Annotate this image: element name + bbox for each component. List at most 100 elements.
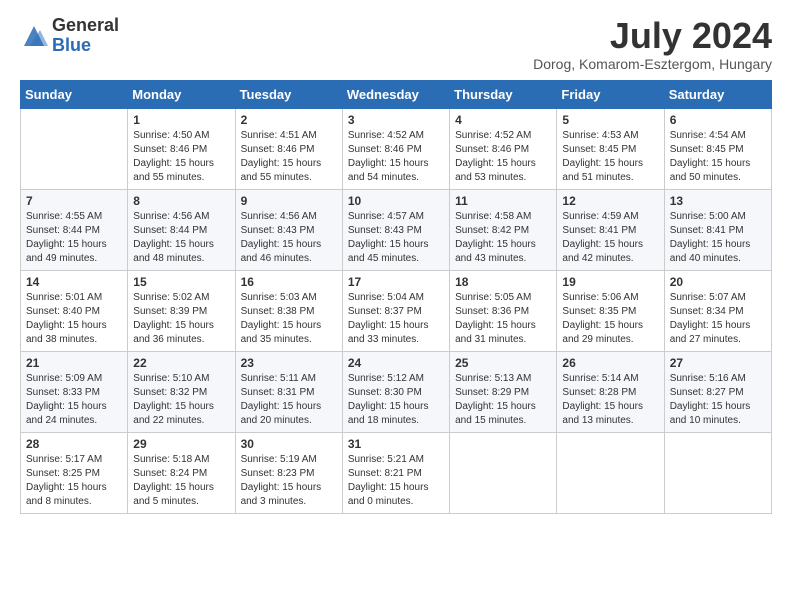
day-number: 19 [562, 275, 658, 289]
weekday-header-saturday: Saturday [664, 80, 771, 108]
logo: General Blue [20, 16, 119, 56]
calendar-cell: 5 Sunrise: 4:53 AM Sunset: 8:45 PM Daylig… [557, 108, 664, 189]
day-number: 10 [348, 194, 444, 208]
calendar-week-row: 21 Sunrise: 5:09 AM Sunset: 8:33 PM Dayli… [21, 351, 772, 432]
day-number: 3 [348, 113, 444, 127]
day-info: Sunrise: 4:56 AM Sunset: 8:43 PM Dayligh… [241, 210, 337, 266]
day-info: Sunrise: 4:52 AM Sunset: 8:46 PM Dayligh… [348, 129, 444, 185]
day-number: 20 [670, 275, 766, 289]
weekday-header-wednesday: Wednesday [342, 80, 449, 108]
day-number: 31 [348, 437, 444, 451]
calendar-cell: 4 Sunrise: 4:52 AM Sunset: 8:46 PM Daylig… [450, 108, 557, 189]
month-year-title: July 2024 [533, 16, 772, 56]
calendar-table: SundayMondayTuesdayWednesdayThursdayFrid… [20, 80, 772, 514]
day-number: 12 [562, 194, 658, 208]
calendar-cell: 24 Sunrise: 5:12 AM Sunset: 8:30 PM Dayli… [342, 351, 449, 432]
calendar-cell: 13 Sunrise: 5:00 AM Sunset: 8:41 PM Dayli… [664, 189, 771, 270]
weekday-header-friday: Friday [557, 80, 664, 108]
calendar-cell: 19Sunrise: 5:06 AM Sunset: 8:35 PM Dayli… [557, 270, 664, 351]
day-info: Sunrise: 5:09 AM Sunset: 8:33 PM Dayligh… [26, 372, 122, 428]
day-info: Sunrise: 4:51 AM Sunset: 8:46 PM Dayligh… [241, 129, 337, 185]
page-header: General Blue July 2024 Dorog, Komarom-Es… [20, 16, 772, 72]
calendar-cell: 27 Sunrise: 5:16 AM Sunset: 8:27 PM Dayli… [664, 351, 771, 432]
calendar-cell: 21 Sunrise: 5:09 AM Sunset: 8:33 PM Dayli… [21, 351, 128, 432]
day-number: 23 [241, 356, 337, 370]
calendar-cell: 31 Sunrise: 5:21 AM Sunset: 8:21 PM Dayli… [342, 432, 449, 513]
day-info: Sunrise: 5:00 AM Sunset: 8:41 PM Dayligh… [670, 210, 766, 266]
day-info: Sunrise: 5:02 AM Sunset: 8:39 PM Dayligh… [133, 291, 229, 347]
day-number: 13 [670, 194, 766, 208]
day-number: 28 [26, 437, 122, 451]
day-info: Sunrise: 4:54 AM Sunset: 8:45 PM Dayligh… [670, 129, 766, 185]
day-info: Sunrise: 5:05 AM Sunset: 8:36 PM Dayligh… [455, 291, 551, 347]
calendar-cell: 17 Sunrise: 5:04 AM Sunset: 8:37 PM Dayli… [342, 270, 449, 351]
day-info: Sunrise: 5:10 AM Sunset: 8:32 PM Dayligh… [133, 372, 229, 428]
logo-text: General Blue [52, 16, 119, 56]
logo-icon [20, 22, 48, 50]
day-number: 2 [241, 113, 337, 127]
calendar-week-row: 14 Sunrise: 5:01 AM Sunset: 8:40 PM Dayli… [21, 270, 772, 351]
day-number: 15 [133, 275, 229, 289]
day-number: 30 [241, 437, 337, 451]
calendar-cell: 28Sunrise: 5:17 AM Sunset: 8:25 PM Dayli… [21, 432, 128, 513]
day-number: 18 [455, 275, 551, 289]
calendar-cell: 20Sunrise: 5:07 AM Sunset: 8:34 PM Dayli… [664, 270, 771, 351]
day-info: Sunrise: 5:14 AM Sunset: 8:28 PM Dayligh… [562, 372, 658, 428]
day-number: 25 [455, 356, 551, 370]
day-number: 8 [133, 194, 229, 208]
calendar-week-row: 7 Sunrise: 4:55 AM Sunset: 8:44 PM Daylig… [21, 189, 772, 270]
day-number: 21 [26, 356, 122, 370]
calendar-cell: 6Sunrise: 4:54 AM Sunset: 8:45 PM Daylig… [664, 108, 771, 189]
day-number: 16 [241, 275, 337, 289]
calendar-cell: 10 Sunrise: 4:57 AM Sunset: 8:43 PM Dayli… [342, 189, 449, 270]
calendar-cell: 12Sunrise: 4:59 AM Sunset: 8:41 PM Dayli… [557, 189, 664, 270]
calendar-cell: 2 Sunrise: 4:51 AM Sunset: 8:46 PM Daylig… [235, 108, 342, 189]
day-number: 27 [670, 356, 766, 370]
day-number: 14 [26, 275, 122, 289]
day-number: 7 [26, 194, 122, 208]
day-info: Sunrise: 5:04 AM Sunset: 8:37 PM Dayligh… [348, 291, 444, 347]
day-info: Sunrise: 5:01 AM Sunset: 8:40 PM Dayligh… [26, 291, 122, 347]
calendar-cell [557, 432, 664, 513]
calendar-cell: 25Sunrise: 5:13 AM Sunset: 8:29 PM Dayli… [450, 351, 557, 432]
title-block: July 2024 Dorog, Komarom-Esztergom, Hung… [533, 16, 772, 72]
weekday-header-thursday: Thursday [450, 80, 557, 108]
calendar-cell: 14 Sunrise: 5:01 AM Sunset: 8:40 PM Dayli… [21, 270, 128, 351]
day-info: Sunrise: 4:57 AM Sunset: 8:43 PM Dayligh… [348, 210, 444, 266]
day-number: 29 [133, 437, 229, 451]
day-number: 17 [348, 275, 444, 289]
calendar-cell: 3 Sunrise: 4:52 AM Sunset: 8:46 PM Daylig… [342, 108, 449, 189]
day-info: Sunrise: 4:52 AM Sunset: 8:46 PM Dayligh… [455, 129, 551, 185]
day-info: Sunrise: 5:12 AM Sunset: 8:30 PM Dayligh… [348, 372, 444, 428]
day-info: Sunrise: 5:18 AM Sunset: 8:24 PM Dayligh… [133, 453, 229, 509]
calendar-cell: 9 Sunrise: 4:56 AM Sunset: 8:43 PM Daylig… [235, 189, 342, 270]
weekday-header-row: SundayMondayTuesdayWednesdayThursdayFrid… [21, 80, 772, 108]
day-info: Sunrise: 4:55 AM Sunset: 8:44 PM Dayligh… [26, 210, 122, 266]
calendar-cell: 26Sunrise: 5:14 AM Sunset: 8:28 PM Dayli… [557, 351, 664, 432]
calendar-week-row: 1 Sunrise: 4:50 AM Sunset: 8:46 PM Daylig… [21, 108, 772, 189]
day-number: 5 [562, 113, 658, 127]
day-info: Sunrise: 4:53 AM Sunset: 8:45 PM Dayligh… [562, 129, 658, 185]
day-info: Sunrise: 5:16 AM Sunset: 8:27 PM Dayligh… [670, 372, 766, 428]
day-number: 1 [133, 113, 229, 127]
logo-general: General [52, 16, 119, 36]
day-number: 22 [133, 356, 229, 370]
day-info: Sunrise: 5:19 AM Sunset: 8:23 PM Dayligh… [241, 453, 337, 509]
weekday-header-sunday: Sunday [21, 80, 128, 108]
day-info: Sunrise: 4:50 AM Sunset: 8:46 PM Dayligh… [133, 129, 229, 185]
day-number: 9 [241, 194, 337, 208]
calendar-cell [21, 108, 128, 189]
calendar-cell [450, 432, 557, 513]
day-number: 24 [348, 356, 444, 370]
calendar-cell: 23Sunrise: 5:11 AM Sunset: 8:31 PM Dayli… [235, 351, 342, 432]
calendar-cell [664, 432, 771, 513]
calendar-cell: 8Sunrise: 4:56 AM Sunset: 8:44 PM Daylig… [128, 189, 235, 270]
day-info: Sunrise: 5:03 AM Sunset: 8:38 PM Dayligh… [241, 291, 337, 347]
day-info: Sunrise: 5:21 AM Sunset: 8:21 PM Dayligh… [348, 453, 444, 509]
day-info: Sunrise: 4:58 AM Sunset: 8:42 PM Dayligh… [455, 210, 551, 266]
calendar-cell: 11Sunrise: 4:58 AM Sunset: 8:42 PM Dayli… [450, 189, 557, 270]
location-subtitle: Dorog, Komarom-Esztergom, Hungary [533, 56, 772, 72]
calendar-week-row: 28Sunrise: 5:17 AM Sunset: 8:25 PM Dayli… [21, 432, 772, 513]
day-number: 4 [455, 113, 551, 127]
calendar-cell: 15 Sunrise: 5:02 AM Sunset: 8:39 PM Dayli… [128, 270, 235, 351]
